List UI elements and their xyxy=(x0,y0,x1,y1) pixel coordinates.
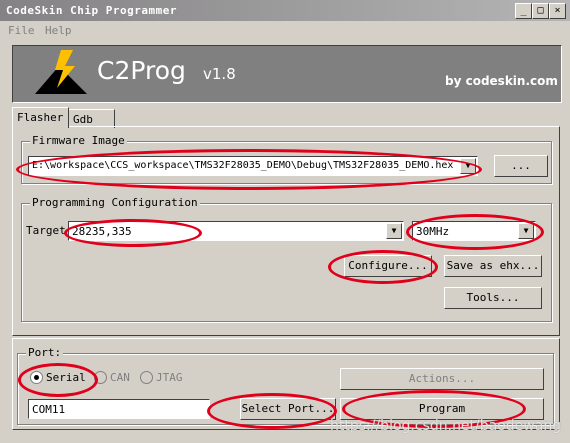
select-port-button[interactable]: Select Port... xyxy=(240,398,336,420)
serial-radio[interactable] xyxy=(30,371,43,384)
tab-gdb-label: Gdb xyxy=(73,113,93,126)
chevron-down-icon[interactable]: ▼ xyxy=(518,223,534,239)
app-logo-icon xyxy=(35,50,87,94)
firmware-path-value: E:\workspace\CCS_workspace\TMS32F28035_D… xyxy=(32,160,454,171)
jtag-radio[interactable] xyxy=(140,371,153,384)
watermark-text: https://blog.csdn.net/baodewang xyxy=(330,418,562,434)
vendor-credit: by codeskin.com xyxy=(445,74,558,88)
app-banner: C2Prog v1.8 by codeskin.com xyxy=(12,45,562,103)
configure-button[interactable]: Configure... xyxy=(344,255,432,277)
firmware-legend: Firmware Image xyxy=(30,134,127,147)
tools-button[interactable]: Tools... xyxy=(444,287,542,309)
can-label: CAN xyxy=(110,371,130,384)
port-value: COM11 xyxy=(32,403,66,416)
tab-flasher[interactable]: Flasher xyxy=(12,107,69,128)
jtag-label: JTAG xyxy=(156,371,183,384)
title-bar[interactable]: CodeSkin Chip Programmer _ □ × xyxy=(0,0,570,21)
close-button[interactable]: × xyxy=(549,3,566,19)
maximize-button[interactable]: □ xyxy=(532,3,549,19)
port-group: Port: Serial CAN JTAG Actions... COM11 S… xyxy=(17,346,554,425)
actions-button[interactable]: Actions... xyxy=(340,368,544,390)
program-button[interactable]: Program xyxy=(340,398,544,420)
app-window: CodeSkin Chip Programmer _ □ × File Help… xyxy=(0,0,570,443)
firmware-path-select[interactable]: E:\workspace\CCS_workspace\TMS32F28035_D… xyxy=(28,156,478,176)
firmware-group: Firmware Image E:\workspace\CCS_workspac… xyxy=(21,134,552,184)
port-input[interactable]: COM11 xyxy=(28,399,210,419)
config-legend: Programming Configuration xyxy=(30,196,200,209)
app-version: v1.8 xyxy=(203,65,236,83)
target-select[interactable]: 28235,335 ▼ xyxy=(68,221,404,241)
tab-flasher-label: Flasher xyxy=(17,111,64,124)
menu-file[interactable]: File xyxy=(8,24,35,37)
save-ehx-button[interactable]: Save as ehx... xyxy=(444,255,542,277)
app-name: C2Prog xyxy=(97,56,186,85)
clock-value: 30MHz xyxy=(416,225,450,238)
menu-bar: File Help xyxy=(0,21,570,40)
browse-button[interactable]: ... xyxy=(494,155,548,177)
config-group: Programming Configuration Target 28235,3… xyxy=(21,196,552,322)
menu-help[interactable]: Help xyxy=(45,24,72,37)
flasher-panel: Firmware Image E:\workspace\CCS_workspac… xyxy=(12,126,560,336)
port-legend: Port: xyxy=(26,346,64,359)
chevron-down-icon[interactable]: ▼ xyxy=(386,223,402,239)
clock-select[interactable]: 30MHz ▼ xyxy=(412,221,536,241)
can-radio[interactable] xyxy=(94,371,107,384)
target-value: 28235,335 xyxy=(72,225,132,238)
serial-label: Serial xyxy=(46,371,86,384)
minimize-button[interactable]: _ xyxy=(515,3,532,19)
port-panel: Port: Serial CAN JTAG Actions... COM11 S… xyxy=(12,338,560,430)
chevron-down-icon[interactable]: ▼ xyxy=(460,158,476,174)
window-title: CodeSkin Chip Programmer xyxy=(6,4,177,17)
target-label: Target xyxy=(26,224,66,237)
